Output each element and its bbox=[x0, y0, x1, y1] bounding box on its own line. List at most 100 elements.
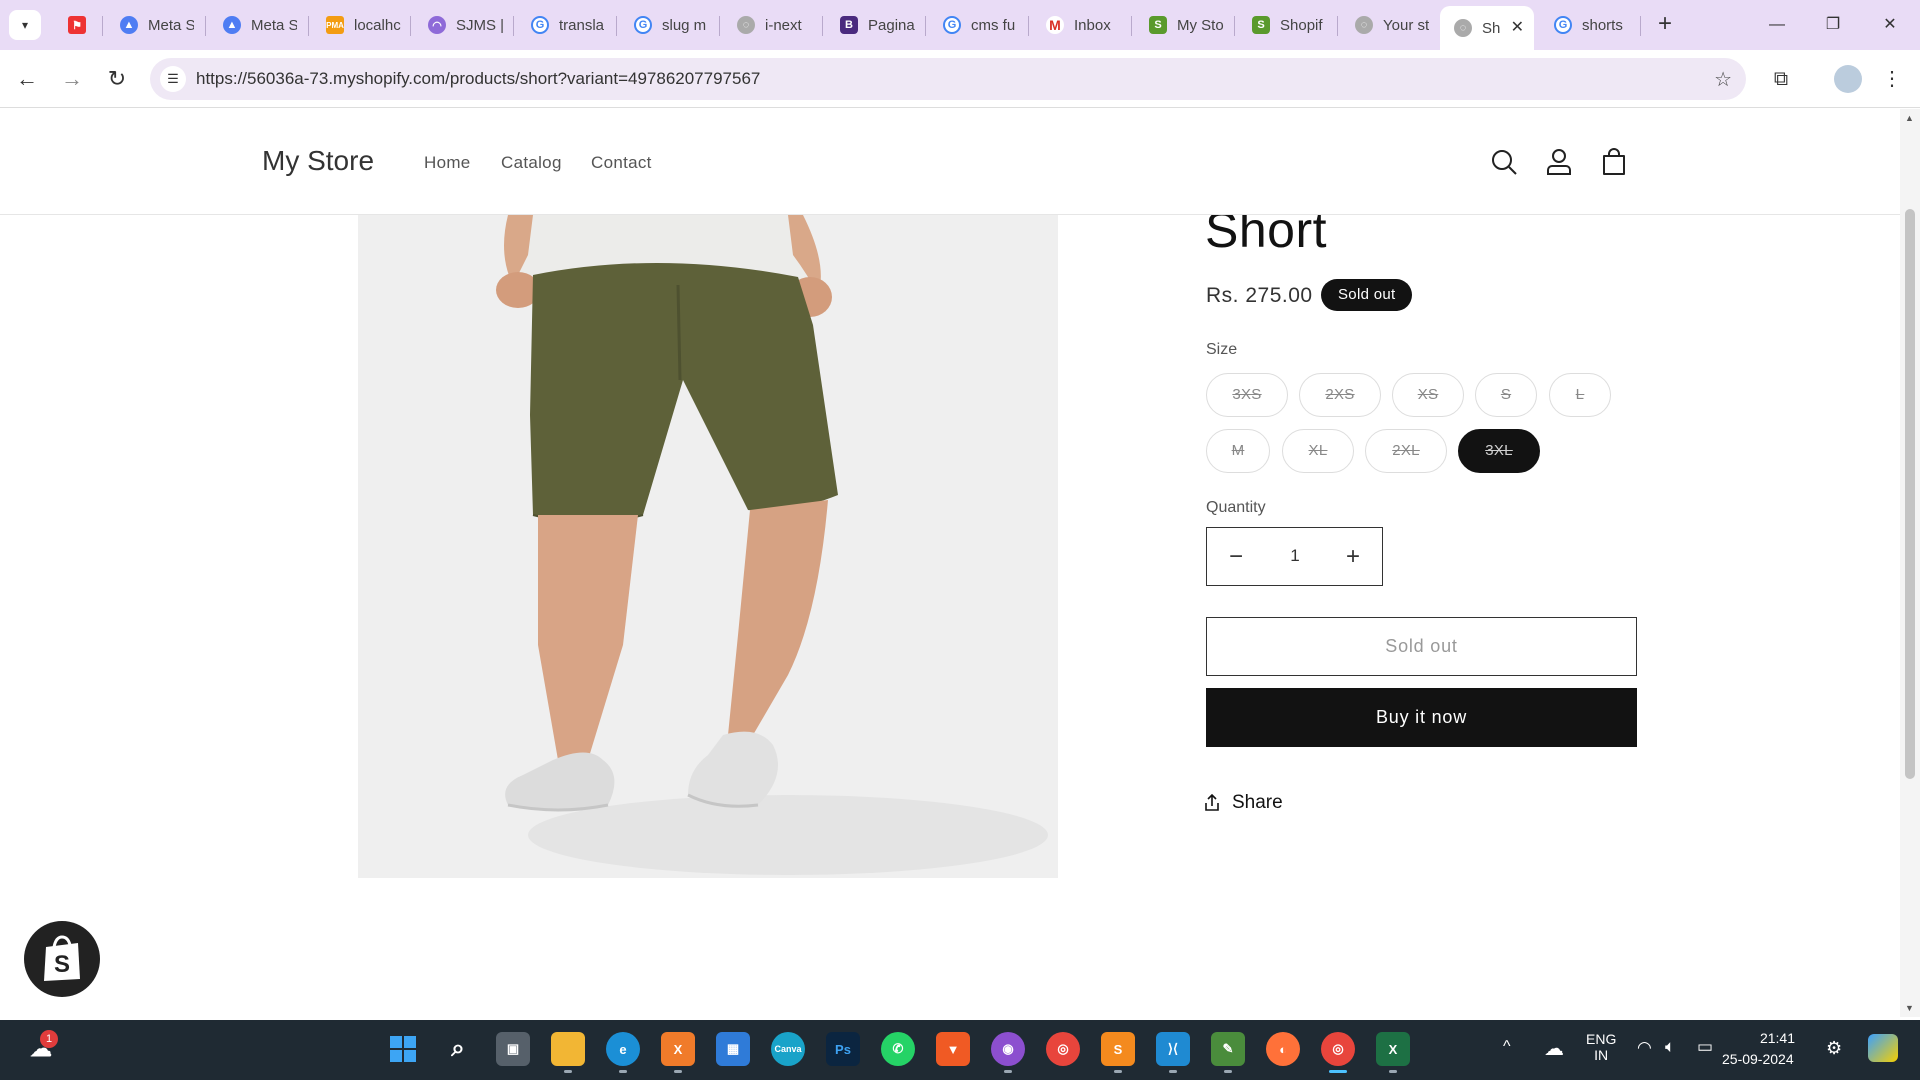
file-explorer-icon[interactable] bbox=[551, 1032, 585, 1073]
url-text[interactable]: https://56036a-73.myshopify.com/products… bbox=[196, 69, 760, 89]
tab-search-menu-button[interactable]: ▾ bbox=[9, 10, 41, 40]
taskbar-search-icon[interactable]: ⌕ bbox=[441, 1032, 475, 1066]
tab-inbox[interactable]: M Inbox bbox=[1032, 6, 1124, 44]
task-view-icon[interactable]: ▣ bbox=[496, 1032, 530, 1066]
page-scrollbar[interactable]: ▲ ▼ bbox=[1900, 109, 1920, 1017]
globe-icon: ◌ bbox=[1355, 16, 1373, 34]
bookmark-star-icon[interactable]: ☆ bbox=[1714, 67, 1732, 92]
account-icon[interactable] bbox=[1542, 145, 1576, 179]
shop-app-button[interactable]: S bbox=[24, 921, 100, 997]
tab-my-store[interactable]: S My Sto bbox=[1135, 6, 1227, 44]
tab-your-store[interactable]: ◌ Your st bbox=[1341, 6, 1433, 44]
new-tab-button[interactable]: + bbox=[1650, 10, 1680, 40]
language-indicator[interactable]: ENG IN bbox=[1586, 1031, 1616, 1063]
tab-meta-2[interactable]: ▲ Meta S bbox=[209, 6, 297, 44]
tab-bookmark[interactable]: ⚑ bbox=[54, 6, 98, 44]
store-header: My Store Home Catalog Contact bbox=[0, 109, 1900, 215]
sold-out-badge: Sold out bbox=[1321, 279, 1413, 311]
shopify-bag-icon: S bbox=[44, 935, 80, 981]
tab-i-next[interactable]: ◌ i-next bbox=[723, 6, 815, 44]
nav-catalog[interactable]: Catalog bbox=[501, 153, 562, 173]
size-option-s[interactable]: S bbox=[1475, 373, 1537, 417]
more-menu-icon[interactable]: ⋮ bbox=[1877, 64, 1907, 94]
notepad-icon[interactable]: ✎ bbox=[1211, 1032, 1245, 1073]
xampp-icon[interactable]: X bbox=[661, 1032, 695, 1073]
scroll-up-icon[interactable]: ▲ bbox=[1905, 113, 1914, 123]
size-option-3xl-selected[interactable]: 3XL bbox=[1458, 429, 1540, 473]
tab-pagination[interactable]: B Pagina bbox=[826, 6, 918, 44]
tab-localhost[interactable]: PMA localhc bbox=[312, 6, 404, 44]
firefox-icon[interactable]: ◐ bbox=[1266, 1032, 1300, 1066]
volume-icon[interactable]: 🔈︎ bbox=[1665, 1037, 1675, 1057]
copilot-icon[interactable] bbox=[1868, 1034, 1898, 1062]
windows-start-icon[interactable] bbox=[386, 1032, 420, 1066]
onedrive-icon[interactable]: ☁ bbox=[1544, 1036, 1564, 1061]
tab-slug[interactable]: G slug m bbox=[620, 6, 712, 44]
tab-cms[interactable]: G cms fu bbox=[929, 6, 1021, 44]
nav-contact[interactable]: Contact bbox=[591, 153, 652, 173]
chrome-active-icon[interactable]: ◎ bbox=[1321, 1032, 1355, 1073]
tab-shorts[interactable]: G shorts bbox=[1540, 6, 1640, 44]
profile-avatar[interactable] bbox=[1834, 65, 1862, 93]
battery-icon[interactable]: ▭ bbox=[1697, 1037, 1713, 1057]
tab-meta-1[interactable]: ▲ Meta S bbox=[106, 6, 194, 44]
brave-icon[interactable]: ▼ bbox=[936, 1032, 970, 1066]
size-option-xs[interactable]: XS bbox=[1392, 373, 1464, 417]
product-image[interactable] bbox=[358, 215, 1058, 878]
chrome-icon[interactable]: ◎ bbox=[1046, 1032, 1080, 1066]
close-tab-icon[interactable]: ✕ bbox=[1511, 17, 1524, 37]
size-option-xl[interactable]: XL bbox=[1282, 429, 1354, 473]
size-option-2xl[interactable]: 2XL bbox=[1365, 429, 1447, 473]
nav-home[interactable]: Home bbox=[424, 153, 471, 173]
whatsapp-icon[interactable]: ✆ bbox=[881, 1032, 915, 1066]
size-option-2xs[interactable]: 2XS bbox=[1299, 373, 1381, 417]
size-option-3xs[interactable]: 3XS bbox=[1206, 373, 1288, 417]
language-code: ENG bbox=[1586, 1031, 1617, 1047]
decrease-quantity-button[interactable]: − bbox=[1221, 540, 1251, 574]
rainbow-icon: ◠ bbox=[428, 16, 446, 34]
sublime-icon[interactable]: S bbox=[1101, 1032, 1135, 1073]
increase-quantity-button[interactable]: + bbox=[1338, 540, 1368, 574]
edge-icon[interactable]: e bbox=[606, 1032, 640, 1073]
quantity-input[interactable]: 1 bbox=[1267, 546, 1323, 566]
minimize-icon[interactable]: — bbox=[1757, 12, 1797, 38]
store-icon[interactable]: ▦ bbox=[716, 1032, 750, 1066]
tab-separator bbox=[1234, 16, 1235, 36]
forward-icon[interactable]: → bbox=[57, 64, 87, 94]
reload-icon[interactable]: ↻ bbox=[102, 64, 132, 94]
scroll-thumb[interactable] bbox=[1905, 209, 1915, 779]
buy-it-now-button[interactable]: Buy it now bbox=[1206, 688, 1637, 747]
excel-icon[interactable]: X bbox=[1376, 1032, 1410, 1073]
store-name[interactable]: My Store bbox=[262, 145, 374, 177]
windows-taskbar: ☁ 1 ⌕ ▣ e X ▦ Canva Ps ✆ ▼ ◉ ◎ S ⟩⟨ ✎ ◐ … bbox=[0, 1020, 1920, 1080]
tab-separator bbox=[410, 16, 411, 36]
vscode-icon[interactable]: ⟩⟨ bbox=[1156, 1032, 1190, 1073]
tab-translate[interactable]: G transla bbox=[517, 6, 609, 44]
sold-out-button[interactable]: Sold out bbox=[1206, 617, 1637, 676]
wifi-icon[interactable]: ◠ bbox=[1637, 1038, 1652, 1058]
back-icon[interactable]: ← bbox=[12, 64, 42, 94]
tab-short-active[interactable]: ◌ Sh ✕ bbox=[1440, 6, 1534, 50]
globe-icon: ◌ bbox=[1454, 19, 1472, 37]
share-button[interactable]: Share bbox=[1204, 792, 1283, 814]
address-bar[interactable]: ☰ https://56036a-73.myshopify.com/produc… bbox=[150, 58, 1746, 100]
site-info-icon[interactable]: ☰ bbox=[160, 66, 186, 92]
show-hidden-icons[interactable]: ^ bbox=[1503, 1038, 1511, 1056]
size-option-l[interactable]: L bbox=[1549, 373, 1611, 417]
extensions-icon[interactable]: ⧉ bbox=[1766, 64, 1796, 94]
size-label: Size bbox=[1206, 341, 1238, 358]
github-desktop-icon[interactable]: ◉ bbox=[991, 1032, 1025, 1073]
tab-shopify[interactable]: S Shopif bbox=[1238, 6, 1330, 44]
photoshop-icon[interactable]: Ps bbox=[826, 1032, 860, 1066]
cart-icon[interactable] bbox=[1597, 145, 1631, 179]
canva-icon[interactable]: Canva bbox=[771, 1032, 805, 1066]
size-option-m[interactable]: M bbox=[1206, 429, 1270, 473]
tab-sjms[interactable]: ◠ SJMS | bbox=[414, 6, 506, 44]
close-window-icon[interactable]: ✕ bbox=[1870, 12, 1910, 38]
clock[interactable]: 21:41 bbox=[1745, 1030, 1795, 1046]
scroll-down-icon[interactable]: ▼ bbox=[1905, 1003, 1914, 1013]
notifications-icon[interactable]: ⚙ bbox=[1826, 1038, 1842, 1059]
tab-separator bbox=[308, 16, 309, 36]
restore-icon[interactable]: ❐ bbox=[1813, 12, 1853, 38]
search-icon[interactable] bbox=[1487, 145, 1521, 179]
